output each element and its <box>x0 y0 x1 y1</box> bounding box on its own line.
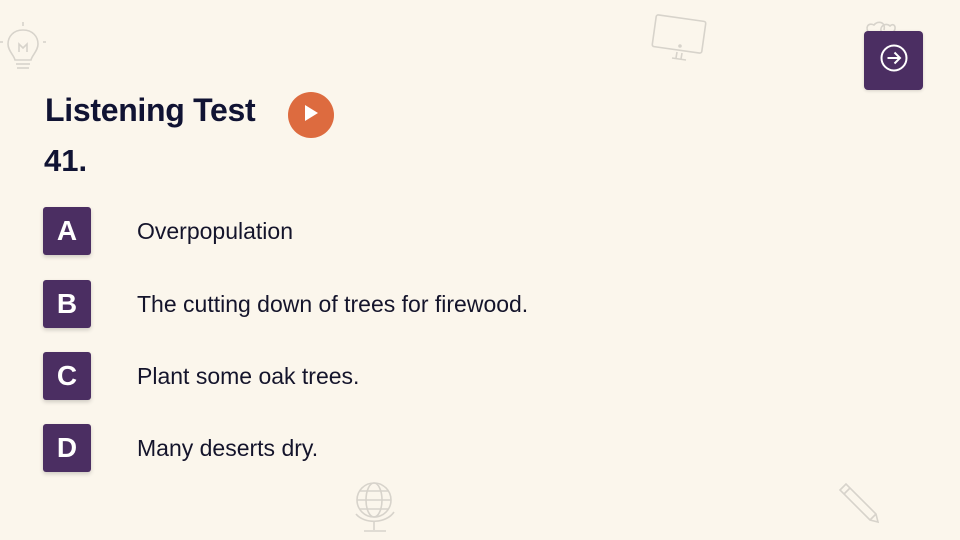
answer-option-c[interactable]: C Plant some oak trees. <box>43 352 359 400</box>
arrow-right-circle-icon <box>879 43 909 78</box>
option-text-d: Many deserts dry. <box>137 434 319 461</box>
page-title: Listening Test <box>45 92 256 128</box>
pencil-icon <box>836 480 882 526</box>
option-text-c: Plant some oak trees. <box>137 362 360 389</box>
question-number: 41. <box>44 143 88 178</box>
lightbulb-icon <box>0 22 46 74</box>
answer-option-d[interactable]: D Many deserts dry. <box>43 424 318 472</box>
globe-icon <box>352 478 398 538</box>
play-audio-button[interactable] <box>288 92 334 138</box>
answer-option-b[interactable]: B The cutting down of trees for firewood… <box>43 280 528 328</box>
next-button[interactable] <box>864 31 923 90</box>
option-letter-b: B <box>43 280 91 328</box>
option-letter-a: A <box>43 207 91 255</box>
monitor-icon <box>650 14 708 64</box>
answer-option-a[interactable]: A Overpopulation <box>43 207 293 255</box>
option-text-a: Overpopulation <box>137 217 293 244</box>
play-icon <box>303 104 319 127</box>
option-text-b: The cutting down of trees for firewood. <box>137 290 529 317</box>
option-letter-d: D <box>43 424 91 472</box>
option-letter-c: C <box>43 352 91 400</box>
